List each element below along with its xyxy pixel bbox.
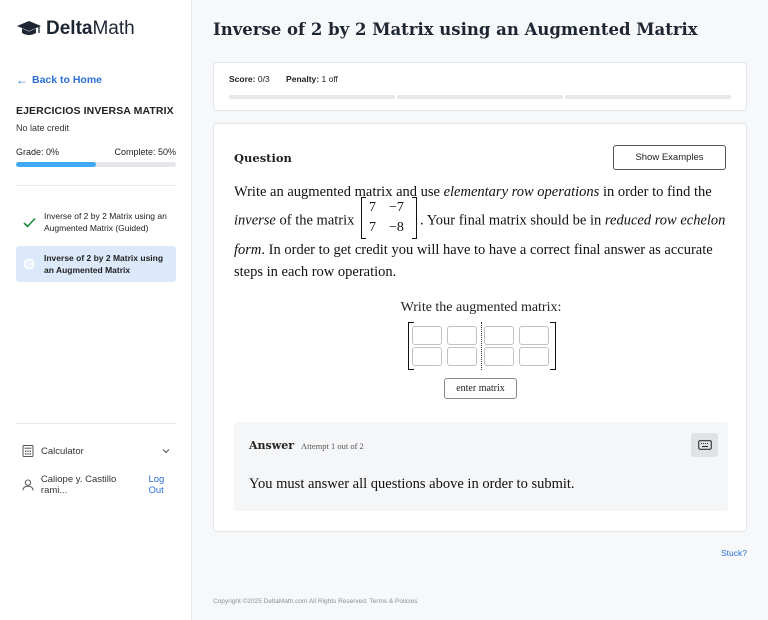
sidebar-divider: [16, 185, 176, 186]
arrow-left-icon: ←: [16, 73, 28, 87]
penalty-label: Penalty:: [286, 74, 320, 84]
score-segment: [397, 95, 563, 99]
logout-link[interactable]: Log Out: [148, 474, 182, 496]
user-row: Caliope y. Castillo rami... Log Out: [22, 474, 182, 496]
complete-label: Complete: 50%: [114, 147, 176, 157]
augmented-divider: [481, 322, 482, 370]
checkmark-icon: [22, 217, 36, 228]
answer-message: You must answer all questions above in o…: [249, 476, 575, 492]
back-to-home-label: Back to Home: [32, 74, 103, 86]
question-text-part: of the matrix: [275, 212, 355, 229]
matrix-cell-input[interactable]: [484, 347, 514, 366]
matrix-cell-input[interactable]: [412, 347, 442, 366]
score-card: Score: 0/3 Penalty: 1 off: [213, 62, 747, 111]
augmented-matrix-input: [408, 322, 556, 370]
logo-math: Math: [92, 18, 135, 39]
sidebar-problem-2[interactable]: Inverse of 2 by 2 Matrix using an Augmen…: [16, 246, 176, 282]
logo-delta: Delta: [46, 18, 93, 39]
show-examples-button[interactable]: Show Examples: [613, 145, 726, 170]
matrix-entry: −7: [389, 200, 404, 215]
matrix-cell-input[interactable]: [519, 326, 549, 345]
penalty-value: 1 off: [321, 74, 338, 84]
sidebar-problem-2-label: Inverse of 2 by 2 Matrix using an Augmen…: [44, 253, 164, 275]
back-to-home-link[interactable]: ← Back to Home: [16, 73, 102, 87]
bracket-right: [550, 322, 556, 370]
matrix-entry: −8: [389, 220, 404, 235]
attempt-label: Attempt 1 out of 2: [301, 441, 364, 451]
graduation-cap-icon: [17, 21, 41, 35]
user-name: Caliope y. Castillo rami...: [40, 474, 117, 496]
enter-matrix-button[interactable]: enter matrix: [444, 378, 517, 399]
grade-row: Grade: 0% Complete: 50%: [16, 147, 176, 157]
assignment-title: EJERCICIOS INVERSA MATRIX: [16, 105, 174, 117]
question-text-part: . Your final matrix should be in: [420, 212, 605, 229]
matrix-cell-input[interactable]: [484, 326, 514, 345]
score-segment: [565, 95, 731, 99]
sidebar: Delta Math ← Back to Home EJERCICIOS INVE…: [0, 0, 192, 620]
score-text: Score: 0/3 Penalty: 1 off: [229, 74, 338, 84]
matrix-entry: 7: [369, 220, 377, 235]
sidebar-problem-1[interactable]: Inverse of 2 by 2 Matrix using an Augmen…: [16, 203, 176, 241]
current-circle-icon: [22, 258, 36, 270]
user-icon: [22, 479, 34, 491]
matrix-cell-input[interactable]: [447, 347, 477, 366]
matrix-cell-input[interactable]: [412, 326, 442, 345]
calculator-icon: [22, 445, 34, 457]
augmented-matrix-label: Write the augmented matrix:: [400, 300, 562, 315]
footer-copyright: Copyright ©2025 DeltaMath.com All Rights…: [213, 598, 418, 605]
grade-label: Grade: 0%: [16, 147, 60, 157]
score-value: 0/3: [257, 74, 270, 84]
score-segment: [229, 95, 395, 99]
matrix-cell-input[interactable]: [519, 347, 549, 366]
keyboard-icon: [697, 440, 712, 450]
answer-box: Answer Attempt 1 out of 2 You must answe…: [234, 422, 728, 511]
completion-progress-bar: [16, 162, 176, 167]
question-label: Question: [234, 151, 292, 165]
question-text-part: . In order to get credit you will have t…: [234, 242, 713, 280]
deltamath-logo[interactable]: Delta Math: [16, 18, 135, 40]
calculator-label: Calculator: [41, 445, 84, 457]
page-title: Inverse of 2 by 2 Matrix using an Augmen…: [213, 20, 698, 39]
matrix-cell-input[interactable]: [447, 326, 477, 345]
keyboard-button[interactable]: [691, 433, 718, 457]
late-credit-text: No late credit: [16, 123, 70, 133]
question-text-emphasis: elementary row operations: [443, 184, 600, 200]
question-text-emphasis: inverse: [234, 212, 276, 229]
chevron-down-icon: [162, 446, 170, 456]
matrix-entry: 7: [369, 200, 377, 215]
question-text-part: in order to find the: [599, 184, 712, 200]
sidebar-problem-1-label: Inverse of 2 by 2 Matrix using an Augmen…: [44, 211, 167, 233]
question-text: Write an augmented matrix and use elemen…: [234, 181, 729, 283]
stuck-link[interactable]: Stuck?: [721, 548, 747, 558]
sidebar-divider: [16, 423, 176, 424]
question-card: Question Show Examples Write an augmente…: [213, 123, 747, 532]
completion-progress-fill: [16, 162, 96, 167]
given-matrix: 7 −7 7 −8: [361, 197, 418, 239]
score-label: Score:: [229, 74, 256, 84]
answer-label: Answer: [249, 439, 294, 452]
calculator-toggle[interactable]: Calculator: [22, 445, 170, 457]
